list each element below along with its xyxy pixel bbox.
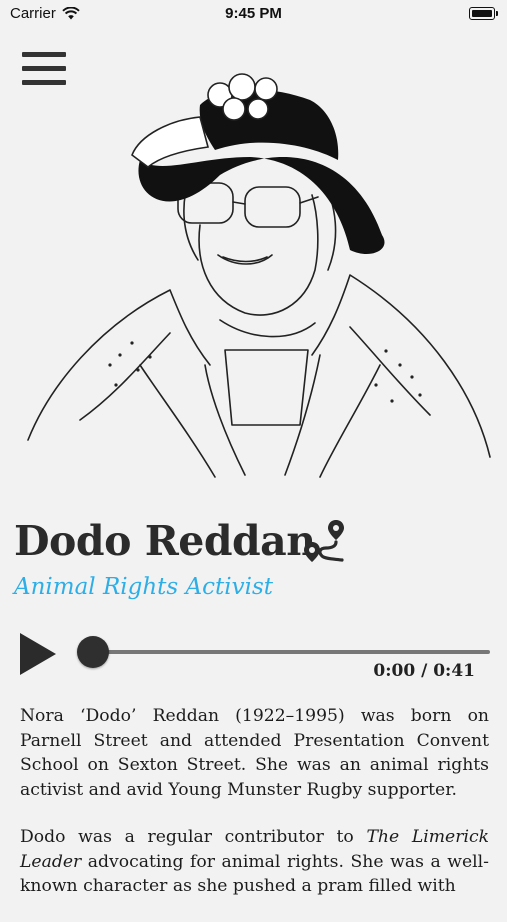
play-icon[interactable] xyxy=(18,631,58,677)
biography-text: Nora ‘Dodo’ Reddan (1922–1995) was born … xyxy=(20,704,489,922)
status-time: 9:45 PM xyxy=(225,5,282,22)
bio-p2-text-end: advocating for animal rights. She was a … xyxy=(20,851,489,897)
audio-time-readout: 0:00 / 0:41 xyxy=(373,661,475,681)
battery-icon xyxy=(469,7,498,20)
status-bar: Carrier 9:45 PM xyxy=(0,0,507,30)
hamburger-menu-icon xyxy=(22,52,66,57)
audio-progress-track[interactable] xyxy=(92,650,490,654)
bio-paragraph-2: Dodo was a regular contributor to The Li… xyxy=(20,825,489,899)
person-role: Animal Rights Activist xyxy=(14,574,274,600)
map-route-icon[interactable] xyxy=(302,518,350,564)
bio-p2-text-start: Dodo was a regular contributor to xyxy=(20,827,367,847)
portrait-illustration xyxy=(27,73,491,478)
person-name: Dodo Reddan xyxy=(14,517,316,565)
audio-progress-thumb[interactable] xyxy=(77,636,109,668)
bio-paragraph-1: Nora ‘Dodo’ Reddan (1922–1995) was born … xyxy=(20,706,489,800)
